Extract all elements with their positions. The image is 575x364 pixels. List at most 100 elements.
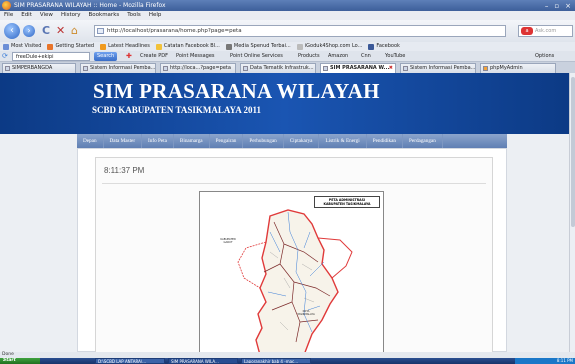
tab-favicon-icon — [83, 66, 88, 71]
bookmark-latest-headlines[interactable]: Latest Headlines — [100, 42, 150, 51]
window-title: SIM PRASARANA WILAYAH :: Home - Mozilla … — [14, 2, 166, 9]
clock-text: 8:11:37 PM — [104, 166, 145, 175]
divider — [102, 183, 486, 184]
tab-favicon-icon — [323, 66, 328, 71]
addon-logo-icon[interactable]: ⟳ — [2, 52, 8, 61]
scrollbar-thumb[interactable] — [571, 77, 575, 227]
menu-bookmarks[interactable]: Bookmarks — [89, 11, 120, 20]
create-pdf-button[interactable]: Create PDF — [140, 52, 168, 61]
tab-favicon-icon — [163, 66, 168, 71]
tab-sistem-informasi-1[interactable]: Sistem Informasi Pemba... — [80, 63, 156, 73]
tab-phpmyadmin[interactable]: phpMyAdmin — [480, 63, 556, 73]
bookmarks-toolbar: Most Visited Getting Started Latest Head… — [0, 42, 575, 51]
tab-localhost-peta[interactable]: http://loca...?page=peta — [160, 63, 236, 73]
menu-help[interactable]: Help — [149, 11, 162, 20]
site-subtitle: SCBD KABUPATEN TASIKMALAYA 2011 — [92, 105, 261, 115]
bookmark-icon — [225, 43, 232, 50]
tab-favicon-icon — [483, 66, 488, 71]
nav-ciptakarya[interactable]: Ciptakarya — [284, 134, 320, 148]
home-icon[interactable]: ⌂ — [71, 25, 78, 37]
tab-simperbangda[interactable]: SIMPERBANGDA — [2, 63, 76, 73]
site-header: SIM PRASARANA WILAYAH SCBD KABUPATEN TAS… — [0, 73, 569, 134]
addon-search-button[interactable]: Search — [94, 52, 118, 61]
nav-info-peta[interactable]: Info Peta — [142, 134, 174, 148]
map-label-kota: KOTA TASIKMALAYA — [297, 310, 315, 316]
addon-red-icon[interactable]: ✚ — [126, 52, 132, 61]
page-favicon-icon — [97, 28, 104, 34]
bookmark-most-visited[interactable]: Most Visited — [3, 42, 41, 51]
tab-favicon-icon — [5, 66, 10, 71]
addon-toolbar: ⟳ freeDule+ekipi Search ✚ Create PDF Poi… — [0, 51, 575, 62]
taskbar: Start D:\SCBD LAP ANTARA\... SIM PRASARA… — [0, 358, 575, 364]
bookmark-igoduk[interactable]: iGoduk4Shop.com Lo... — [296, 42, 362, 51]
vertical-scrollbar[interactable] — [569, 73, 575, 352]
options-button[interactable]: Options — [535, 52, 554, 61]
addon-search-combo[interactable]: freeDule+ekipi — [12, 52, 90, 61]
taskbar-item-explorer[interactable]: D:\SCBD LAP ANTARA\... — [95, 358, 165, 364]
facebook-icon — [368, 43, 375, 50]
map-label-garut: KABUPATEN GARUT — [220, 238, 236, 244]
point-messages-button[interactable]: Point Messages — [176, 52, 215, 61]
cnn-button[interactable]: Cnn — [361, 52, 371, 61]
nav-perdagangan[interactable]: Perdagangan — [403, 134, 443, 148]
nav-binamarga[interactable]: Binamarga — [174, 134, 210, 148]
map-image — [237, 209, 353, 352]
bookmark-getting-started[interactable]: Getting Started — [47, 42, 94, 51]
tab-close-icon[interactable]: ✖ — [389, 64, 393, 73]
url-bar[interactable]: http://localhost/prasarana/home.php?page… — [94, 25, 506, 37]
site-nav: Depan Data Master Info Peta Binamarga Pe… — [77, 134, 507, 148]
map-title-box: PETA ADMINISTRASI KABUPATEN TASIKMALAYA — [314, 196, 380, 208]
youtube-button[interactable]: YouTube — [385, 52, 405, 61]
page-body: Depan Data Master Info Peta Binamarga Pe… — [0, 134, 569, 352]
back-button[interactable]: ‹ — [4, 23, 20, 39]
tray-clock: 8:11 PM — [556, 358, 573, 363]
nav-pendidikan[interactable]: Pendidikan — [367, 134, 404, 148]
tab-favicon-icon — [243, 66, 248, 71]
tab-sistem-informasi-2[interactable]: Sistem Informasi Pemba... — [400, 63, 476, 73]
taskbar-item-word[interactable]: Laporanakhir bab 4 -mac... — [241, 358, 311, 364]
bookmark-icon — [3, 43, 9, 50]
point-online-services-button[interactable]: Point Online Services — [230, 52, 283, 61]
bookmark-icon — [296, 43, 303, 50]
map-panel: 8:11:37 PM PETA ADMINISTRASI KABUPATEN T… — [95, 157, 493, 352]
administrative-map[interactable]: PETA ADMINISTRASI KABUPATEN TASIKMALAYA … — [199, 191, 384, 352]
bookmark-icon — [155, 43, 162, 50]
page-viewport: SIM PRASARANA WILAYAH SCBD KABUPATEN TAS… — [0, 73, 569, 352]
browser-window: SIM PRASARANA WILAYAH :: Home - Mozilla … — [0, 0, 575, 364]
menu-bar: File Edit View History Bookmarks Tools H… — [0, 11, 575, 20]
bookmark-facebook[interactable]: Facebook — [368, 42, 400, 51]
firefox-logo-icon — [2, 1, 11, 10]
nav-depan[interactable]: Depan — [77, 134, 104, 148]
map-title-line2: KABUPATEN TASIKMALAYA — [323, 202, 371, 206]
site-title: SIM PRASARANA WILAYAH — [93, 79, 380, 103]
bookmark-catatan-facebook[interactable]: Catatan Facebook Bl... — [155, 42, 220, 51]
system-tray: 8:11 PM — [515, 358, 575, 364]
menu-history[interactable]: History — [61, 11, 81, 20]
tab-favicon-icon — [403, 66, 408, 71]
nav-perhubungan[interactable]: Perhubungan — [243, 134, 284, 148]
content-area: 8:11:37 PM PETA ADMINISTRASI KABUPATEN T… — [77, 148, 507, 352]
nav-pengairan[interactable]: Pengairan — [210, 134, 244, 148]
reload-icon[interactable]: C — [42, 25, 50, 37]
menu-edit[interactable]: Edit — [21, 11, 32, 20]
menu-file[interactable]: File — [4, 11, 13, 20]
start-button[interactable]: Start — [0, 358, 40, 364]
search-box[interactable]: a Ask.com — [518, 25, 573, 37]
products-button[interactable]: Products — [298, 52, 320, 61]
nav-listrik-energi[interactable]: Listrik & Energi — [319, 134, 367, 148]
nav-data-master[interactable]: Data Master — [104, 134, 143, 148]
search-placeholder: Ask.com — [535, 28, 557, 34]
forward-button[interactable]: › — [23, 25, 35, 37]
bookmark-icon — [47, 43, 54, 50]
stop-icon[interactable]: ✕ — [56, 25, 65, 37]
amazon-button[interactable]: Amazon — [328, 52, 348, 61]
tab-data-tematik[interactable]: Data Tematik Infrastruk... — [240, 63, 316, 73]
taskbar-item-firefox[interactable]: SIM PRASARANA WILA... — [168, 358, 238, 364]
bookmark-media-spenud[interactable]: Media Spenud Terbai... — [225, 42, 291, 51]
menu-view[interactable]: View — [40, 11, 53, 20]
ask-engine-icon[interactable]: a — [521, 27, 533, 35]
rss-icon — [100, 43, 107, 50]
menu-tools[interactable]: Tools — [127, 11, 141, 20]
tab-sim-prasarana[interactable]: SIM PRASARANA W... ✖ — [320, 63, 396, 73]
navigation-toolbar: ‹ › C ✕ ⌂ http://localhost/prasarana/hom… — [0, 20, 575, 42]
